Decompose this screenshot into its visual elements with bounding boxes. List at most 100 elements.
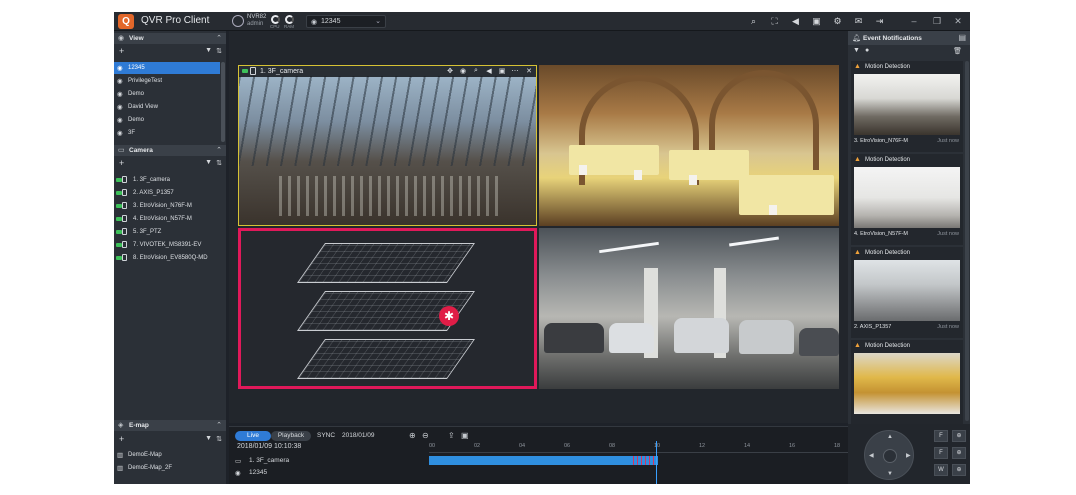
event-snapshot[interactable] <box>854 167 960 228</box>
view-item[interactable]: ◉ PrivilegeTest <box>114 75 220 87</box>
view-item[interactable]: ◉ Demo <box>114 88 220 100</box>
arrow-up-icon[interactable]: ▲ <box>887 434 893 440</box>
snapshot-icon[interactable]: ▣ <box>497 67 507 75</box>
wide-button[interactable]: W <box>934 464 948 476</box>
view-item[interactable]: ◉ Demo <box>114 114 220 126</box>
panel-toggle-icon[interactable]: ▤ <box>958 33 966 42</box>
bell-icon[interactable]: ● <box>865 47 869 54</box>
event-marker[interactable] <box>633 456 655 465</box>
logout-icon[interactable]: ⇥ <box>874 16 885 27</box>
nvr-user-icon[interactable] <box>232 15 244 27</box>
recording-segment[interactable] <box>429 456 658 465</box>
zoom-icon[interactable]: ⌕ <box>471 67 481 75</box>
tele-button[interactable]: ⊕ <box>952 464 966 476</box>
event-card[interactable]: ▲ Motion Detection 4. EtroVision_N57F-M … <box>851 154 963 245</box>
zoom-in-icon[interactable]: ⊕ <box>409 431 416 440</box>
close-icon[interactable]: ✕ <box>524 67 534 75</box>
close-button[interactable]: ✕ <box>952 15 964 27</box>
maximize-button[interactable]: ❐ <box>931 15 943 27</box>
chevron-up-icon[interactable]: ⌃ <box>216 34 222 42</box>
live-tab[interactable]: Live <box>235 431 271 441</box>
preset-button[interactable]: ⊕ <box>952 447 966 459</box>
timeline-date[interactable]: 2018/01/09 <box>342 432 375 439</box>
add-camera-button[interactable]: + <box>119 158 124 169</box>
snapshot-icon[interactable]: ▣ <box>811 16 822 27</box>
fullscreen-icon[interactable]: ⛶ <box>769 16 780 27</box>
ptz-joystick-center[interactable] <box>883 449 897 463</box>
view-section-header[interactable]: ◉ View ⌃ <box>114 33 226 44</box>
chevron-up-icon[interactable]: ⌃ <box>216 421 222 429</box>
focus-button[interactable]: F <box>934 430 948 442</box>
volume-icon[interactable]: ◀ <box>790 16 801 27</box>
playback-tab[interactable]: Playback <box>271 431 311 441</box>
eye-icon: ◉ <box>117 91 123 98</box>
event-card[interactable]: ▲ Motion Detection <box>851 340 963 431</box>
event-snapshot[interactable] <box>854 260 960 321</box>
camera-item[interactable]: 4. EtroVision_N57F-M <box>114 213 220 225</box>
view-select[interactable]: ◉ 12345 ⌄ <box>306 15 386 28</box>
camera-item[interactable]: 7. VIVOTEK_MS8391-EV <box>114 239 220 251</box>
arrow-down-icon[interactable]: ▼ <box>887 471 893 477</box>
arrow-right-icon[interactable]: ▶ <box>906 452 911 459</box>
camera-item-label: 8. EtroVision_EV8580Q-MD <box>133 255 208 261</box>
car <box>739 320 794 354</box>
zoom-out-icon[interactable]: ⊖ <box>422 431 429 440</box>
gear-icon[interactable]: ⚙ <box>832 16 843 27</box>
event-scrollbar[interactable] <box>965 61 969 421</box>
camera-tile-restaurant[interactable] <box>539 65 839 226</box>
camera-section-header[interactable]: ▭ Camera ⌃ <box>114 145 226 156</box>
ptz-joystick[interactable]: ▲ ▼ ◀ ▶ <box>864 430 914 480</box>
emap-tile-alarm[interactable]: ✱ <box>238 228 537 389</box>
camera-icon <box>122 189 127 196</box>
camera-tile-atrium[interactable]: 1. 3F_camera ✥ ◉ ⌕ ◀ ▣ ⋯ ✕ <box>238 65 537 226</box>
emap-item-label: DemoE-Map_2F <box>128 465 173 471</box>
sort-icon[interactable]: ⇅ <box>216 435 222 443</box>
event-card[interactable]: ▲ Motion Detection 3. EtroVision_N76F-M … <box>851 61 963 152</box>
event-snapshot[interactable] <box>854 353 960 414</box>
view-item[interactable]: ◉ 3F <box>114 127 220 139</box>
camera-item[interactable]: 3. EtroVision_N76F-M <box>114 200 220 212</box>
emap-item[interactable]: ▥ DemoE-Map <box>114 449 220 461</box>
camera-item[interactable]: 5. 3F_PTZ <box>114 226 220 238</box>
fisheye-icon[interactable]: ◉ <box>458 67 468 75</box>
audio-icon[interactable]: ◀ <box>484 67 494 75</box>
view-item[interactable]: ◉ David View <box>114 101 220 113</box>
filter-icon[interactable]: ▼ <box>205 159 212 166</box>
camera-tile-parking[interactable] <box>539 228 839 389</box>
sync-toggle[interactable]: SYNC <box>317 432 335 439</box>
add-emap-button[interactable]: + <box>119 434 124 445</box>
qvr-pro-client-window: Q QVR Pro Client NVR82 admin CPU RAM ◉ 1… <box>114 12 970 484</box>
minimize-button[interactable]: – <box>908 15 920 27</box>
emap-item[interactable]: ▥ DemoE-Map_2F <box>114 462 220 474</box>
search-icon[interactable]: ⌕ <box>748 16 759 27</box>
filter-icon[interactable]: ▼ <box>205 47 212 54</box>
filter-icon[interactable]: ▼ <box>205 435 212 442</box>
export-icon[interactable]: ⇪ <box>448 431 455 440</box>
sort-icon[interactable]: ⇅ <box>216 47 222 55</box>
motion-alarm-icon[interactable]: ✱ <box>439 306 459 326</box>
focus-far-button[interactable]: F <box>934 447 948 459</box>
trash-icon[interactable]: 🗑︎ <box>953 47 962 55</box>
emap-section-header[interactable]: ◈ E-map ⌃ <box>114 420 226 431</box>
notification-icon[interactable]: ✉ <box>853 16 864 27</box>
view-item[interactable]: ◉ 12345 <box>114 62 220 74</box>
ceiling-light <box>599 241 659 254</box>
more-icon[interactable]: ⋯ <box>510 67 520 75</box>
camera-item[interactable]: 8. EtroVision_EV8580Q-MD <box>114 252 220 264</box>
camera-item[interactable]: 2. AXIS_P1357 <box>114 187 220 199</box>
view-scrollbar[interactable] <box>221 62 225 142</box>
event-snapshot[interactable] <box>854 74 960 135</box>
map-icon: ▥ <box>117 452 124 459</box>
focus-plus-button[interactable]: ⊕ <box>952 430 966 442</box>
snapshot-icon[interactable]: ▣ <box>461 431 469 440</box>
ruler-tick: 12 <box>699 443 706 449</box>
arrow-left-icon[interactable]: ◀ <box>869 452 874 459</box>
chevron-up-icon[interactable]: ⌃ <box>216 146 222 154</box>
camera-item[interactable]: 1. 3F_camera <box>114 174 220 186</box>
event-card[interactable]: ▲ Motion Detection 2. AXIS_P1357 Just no… <box>851 247 963 338</box>
add-view-button[interactable]: + <box>119 46 124 57</box>
ptz-icon[interactable]: ✥ <box>445 67 455 75</box>
sort-icon[interactable]: ⇅ <box>216 159 222 167</box>
timeline-cursor[interactable] <box>656 441 657 484</box>
filter-icon[interactable]: ▼ <box>853 47 860 54</box>
